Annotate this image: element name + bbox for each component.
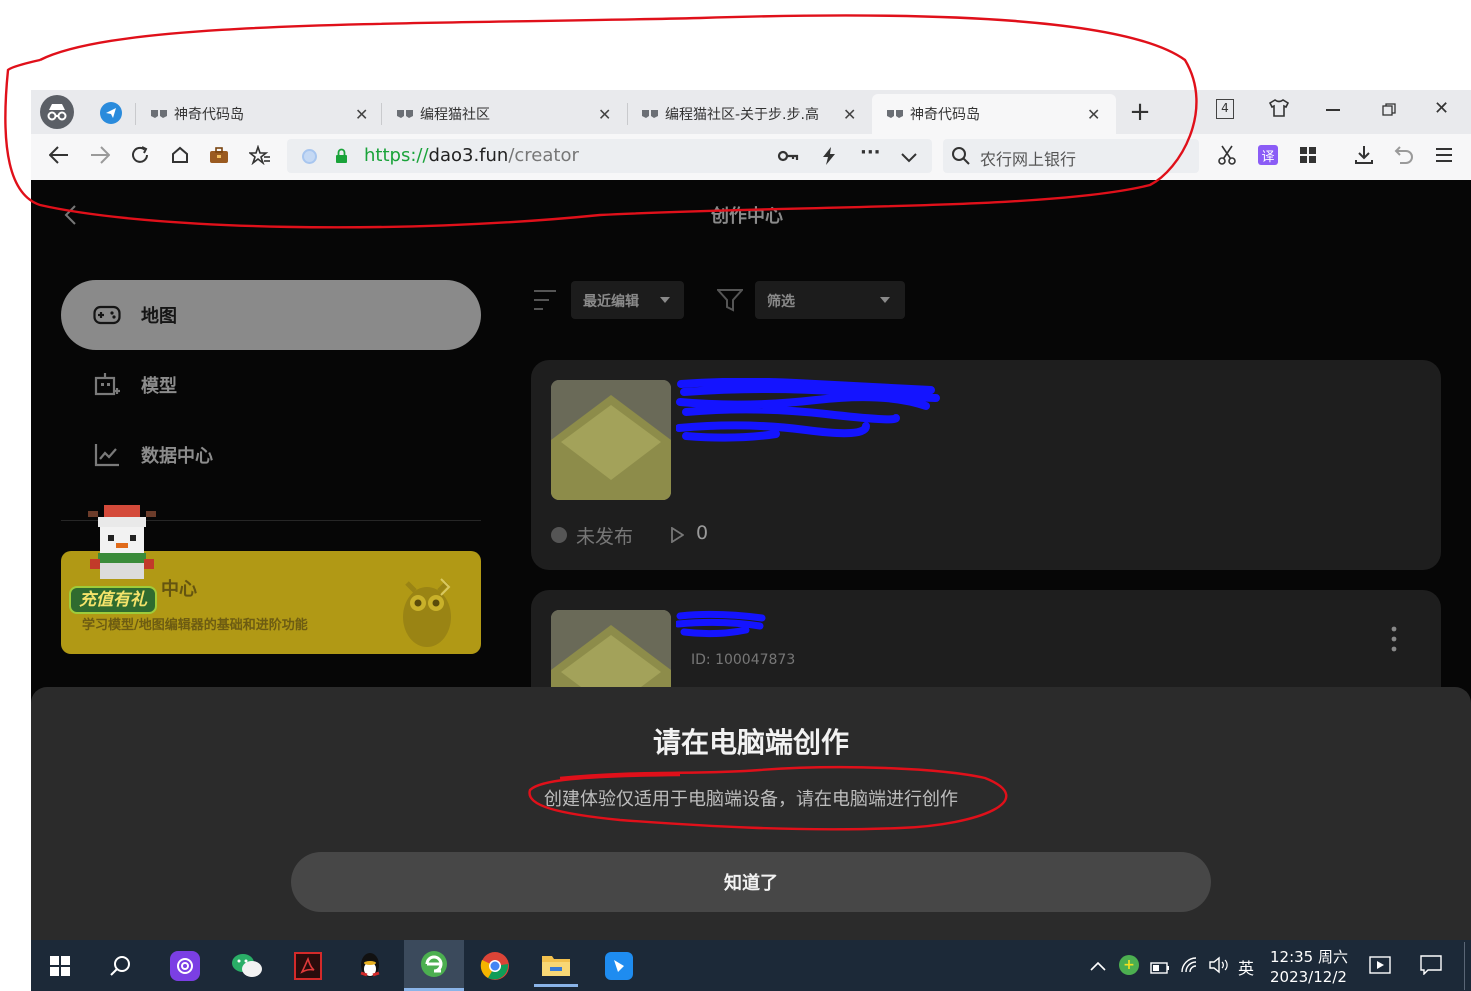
clock-date: 2023/12/2 xyxy=(1270,968,1347,986)
notification-center-icon[interactable] xyxy=(1420,955,1442,976)
media-play-icon[interactable] xyxy=(1369,956,1391,974)
qq-penguin-icon[interactable] xyxy=(348,945,392,987)
clock[interactable]: 12:35 周六 2023/12/2 xyxy=(1270,946,1354,986)
tray-chevron-up-icon[interactable] xyxy=(1090,957,1106,971)
red-annotation-overlay xyxy=(4,14,1198,831)
browser-360-icon-active[interactable] xyxy=(404,940,464,991)
tray-security-icon[interactable]: + xyxy=(1119,955,1139,975)
chrome-icon[interactable] xyxy=(473,945,517,987)
clock-time: 12:35 周六 xyxy=(1270,948,1348,966)
file-explorer-icon[interactable] xyxy=(534,945,578,987)
start-windows-icon[interactable] xyxy=(38,945,82,987)
screen: 神奇代码岛 ✕ 编程猫社区 ✕ 编程猫社区-关于步.步.高 ✕ 神奇代码岛 ✕ … xyxy=(0,0,1471,991)
wechat-icon[interactable] xyxy=(225,945,269,987)
wifi-icon[interactable] xyxy=(1180,956,1200,974)
taskbar-search-icon[interactable] xyxy=(99,945,143,987)
show-desktop-divider[interactable] xyxy=(1464,942,1465,990)
taskbar-app-purple-icon[interactable] xyxy=(163,945,207,987)
volume-icon[interactable] xyxy=(1208,956,1230,974)
battery-icon[interactable] xyxy=(1150,959,1170,974)
acrobat-reader-icon[interactable] xyxy=(286,945,330,987)
ime-indicator[interactable]: 英 xyxy=(1238,955,1254,979)
feishu-lark-icon[interactable] xyxy=(597,945,641,987)
